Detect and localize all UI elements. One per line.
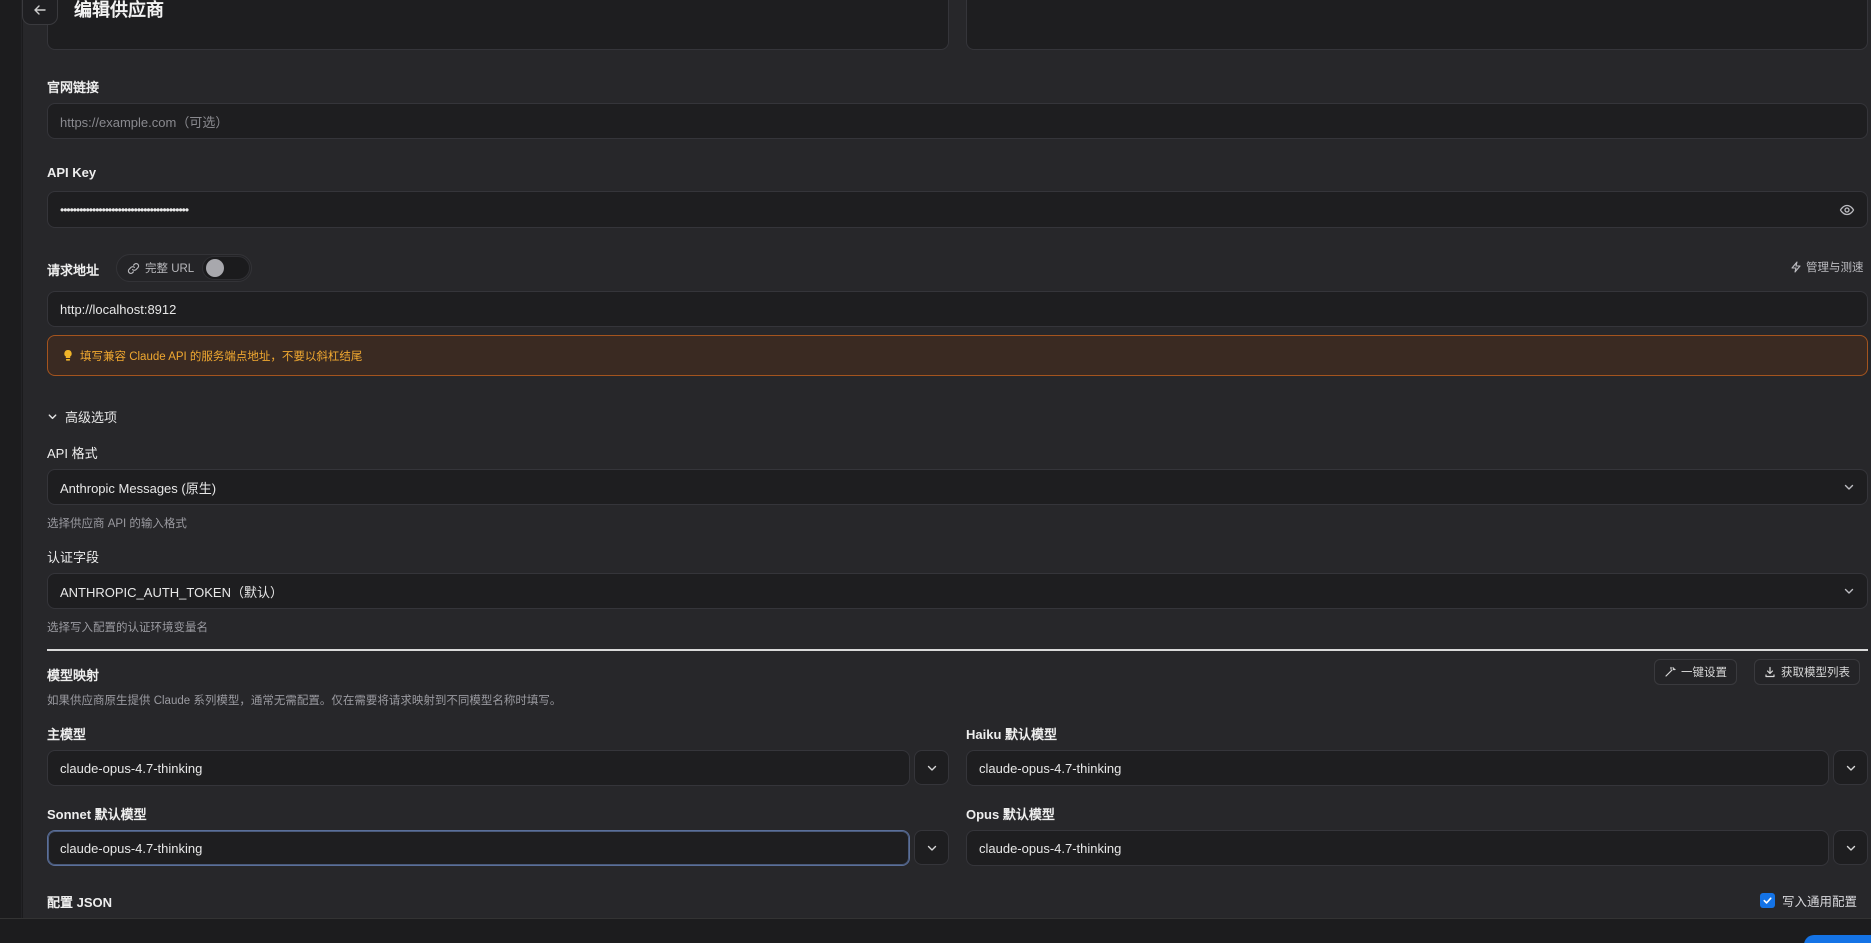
fetch-model-list-label: 获取模型列表 [1781,667,1850,679]
auth-field-select[interactable]: ANTHROPIC_AUTH_TOKEN（默认） [47,573,1868,609]
manage-speedtest-label: 管理与测速 [1806,262,1864,274]
manage-speedtest-link[interactable]: 管理与测速 [1790,259,1864,275]
sidebar-strip [0,0,22,918]
chevron-down-icon [927,845,936,851]
opus-model-input[interactable]: claude-opus-4.7-thinking [966,830,1829,866]
lightbulb-icon [64,349,72,361]
auth-field-value: ANTHROPIC_AUTH_TOKEN（默认） [60,584,283,600]
save-button[interactable] [1804,935,1871,943]
api-format-select[interactable]: Anthropic Messages (原生) [47,469,1868,505]
footer-bar [0,918,1871,943]
website-label: 官网链接 [47,80,100,95]
eye-icon[interactable] [1839,202,1855,218]
api-key-label: API Key [47,165,97,180]
api-key-input[interactable]: •••••••••••••••••••••••••••••••••••••••• [47,191,1868,228]
main-model-dropdown-button[interactable] [914,750,949,785]
website-input[interactable]: https://example.com（可选） [47,103,1868,139]
opus-model-dropdown-button[interactable] [1833,830,1868,865]
auth-field-label: 认证字段 [47,550,100,565]
api-format-label: API 格式 [47,446,98,461]
api-format-value: Anthropic Messages (原生) [60,480,217,496]
page-title: 编辑供应商 [74,0,164,20]
haiku-model-label: Haiku 默认模型 [966,727,1058,742]
write-common-config-label: 写入通用配置 [1782,895,1858,909]
sonnet-model-dropdown-button[interactable] [914,830,949,865]
main-model-input[interactable]: claude-opus-4.7-thinking [47,750,910,786]
chevron-down-icon [927,765,936,771]
link-icon [127,262,140,274]
one-click-setup-button[interactable]: 一键设置 [1654,659,1737,685]
full-url-switch[interactable] [202,256,250,280]
download-icon [1765,666,1775,678]
chevron-down-icon [1846,765,1855,771]
advanced-options-label: 高级选项 [65,410,118,425]
write-common-config-option[interactable]: 写入通用配置 [1760,891,1857,910]
page-header: 编辑供应商 [0,0,1871,25]
api-key-value: •••••••••••••••••••••••••••••••••••••••• [60,202,189,217]
zap-icon [1791,261,1801,273]
opus-model-label: Opus 默认模型 [966,807,1055,822]
endpoint-input[interactable]: http://localhost:8912 [47,291,1868,327]
check-icon [1763,897,1772,904]
sonnet-model-label: Sonnet 默认模型 [47,807,147,822]
chevron-down-icon [1844,588,1854,594]
auth-field-hint: 选择写入配置的认证环境变量名 [47,622,208,634]
switch-knob [206,259,224,277]
chevron-down-icon [1846,845,1855,851]
api-format-hint: 选择供应商 API 的输入格式 [47,518,187,530]
back-button[interactable] [22,0,58,25]
model-mapping-description: 如果供应商原生提供 Claude 系列模型，通常无需配置。仅在需要将请求映射到不… [47,695,562,707]
fetch-model-list-button[interactable]: 获取模型列表 [1754,659,1860,685]
arrow-left-icon [34,5,46,15]
warning-text: 填写兼容 Claude API 的服务端点地址，不要以斜杠结尾 [80,350,363,363]
sonnet-model-input[interactable]: claude-opus-4.7-thinking [47,830,910,866]
chevron-down-icon [1844,484,1854,490]
model-mapping-title: 模型映射 [47,668,100,683]
magic-wand-icon [1665,666,1676,677]
endpoint-warning: 填写兼容 Claude API 的服务端点地址，不要以斜杠结尾 [47,335,1868,376]
main-model-label: 主模型 [47,727,87,742]
haiku-model-input[interactable]: claude-opus-4.7-thinking [966,750,1829,786]
section-divider [47,649,1868,651]
config-json-label: 配置 JSON [47,895,113,910]
chevron-down-icon [48,414,57,420]
full-url-label: 完整 URL [145,263,195,275]
one-click-setup-label: 一键设置 [1681,667,1727,679]
haiku-model-dropdown-button[interactable] [1833,750,1868,785]
advanced-options-toggle[interactable]: 高级选项 [47,407,117,426]
endpoint-label: 请求地址 [47,263,100,278]
write-common-config-checkbox[interactable] [1760,893,1775,908]
